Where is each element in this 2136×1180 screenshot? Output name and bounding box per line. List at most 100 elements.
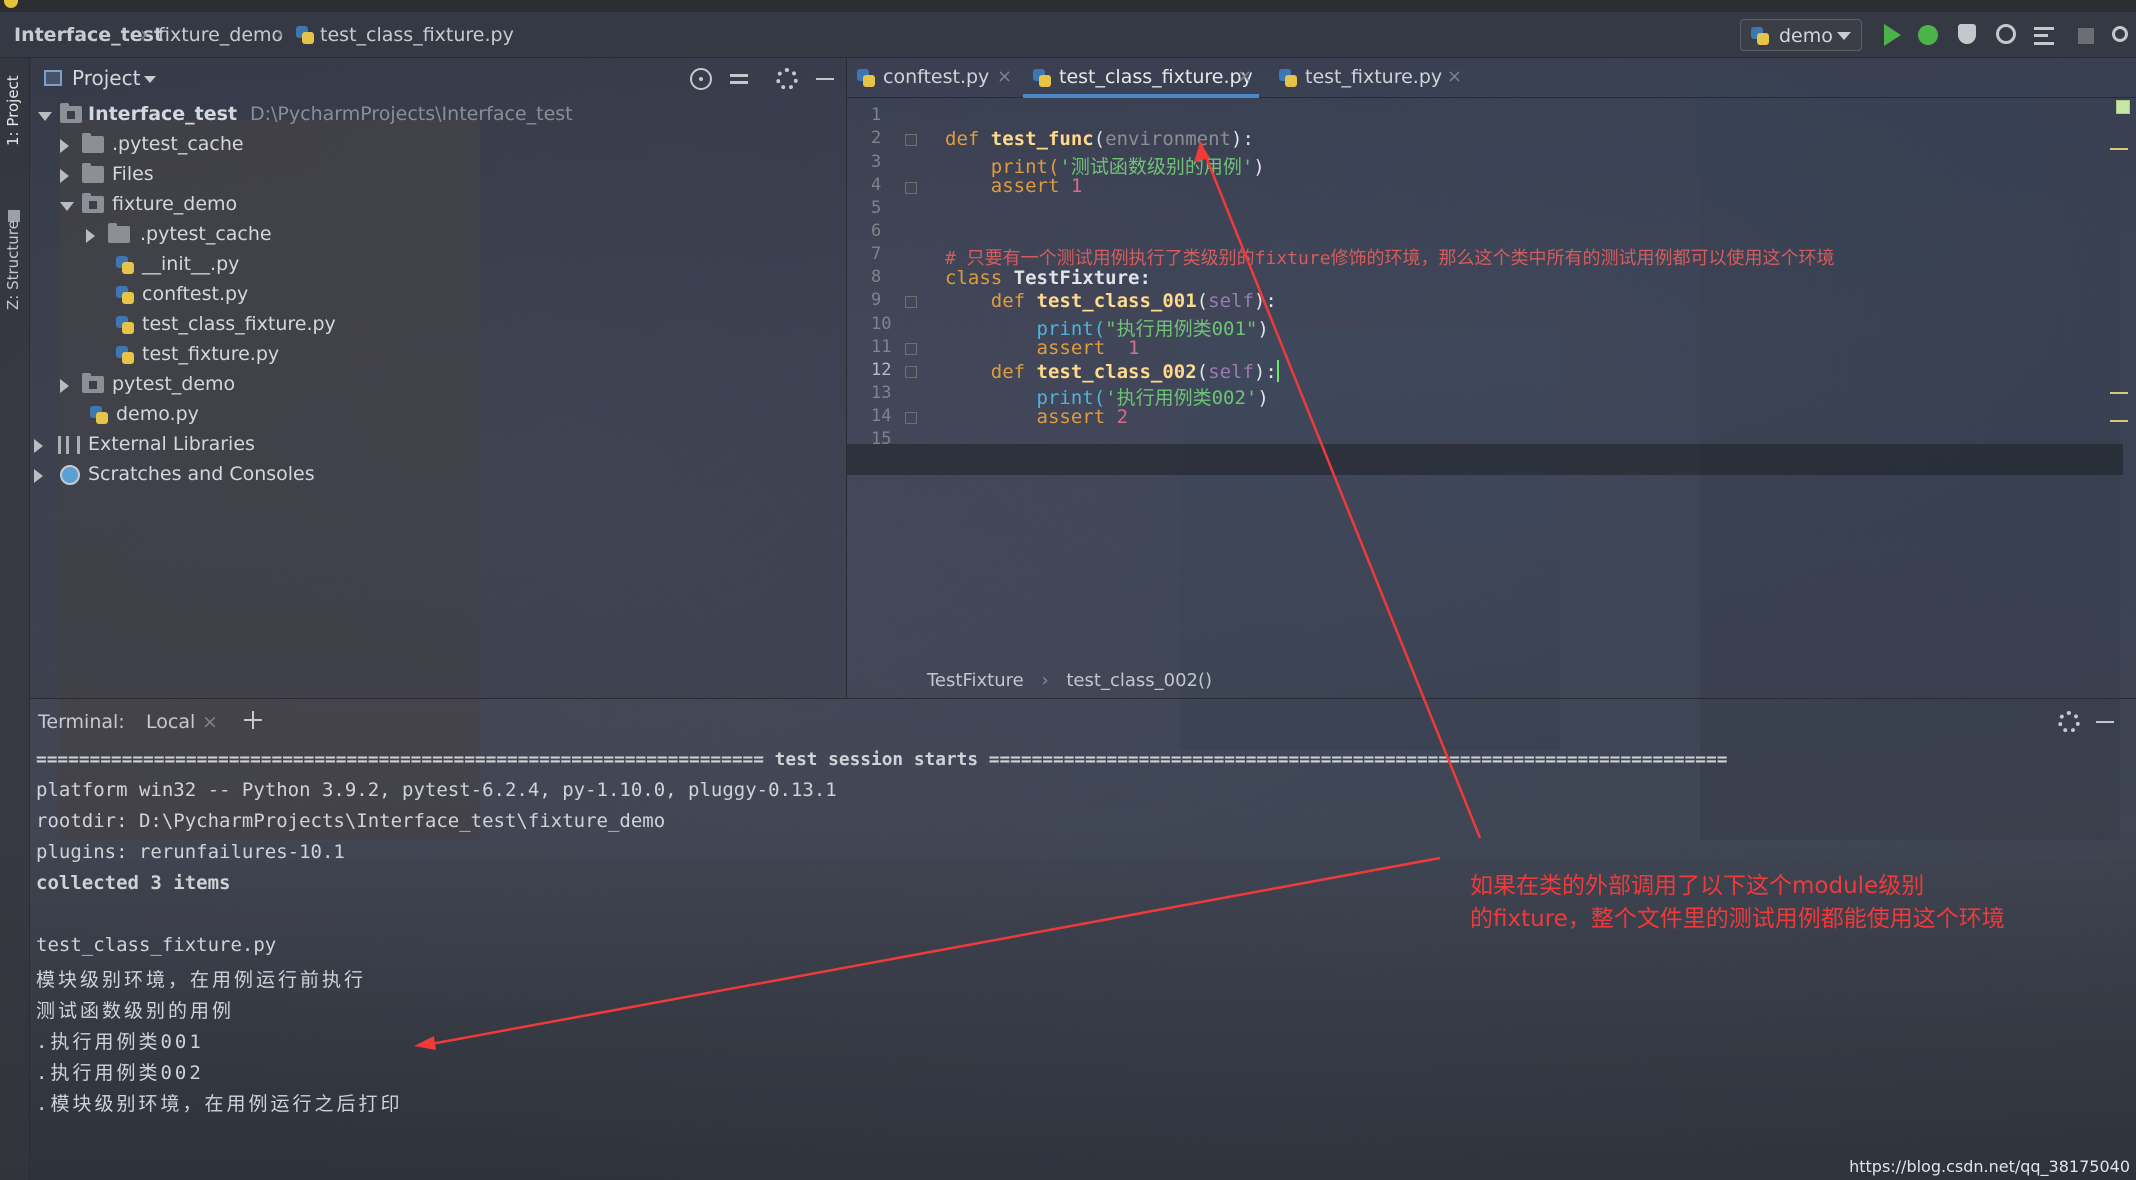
code-token: self (1208, 290, 1254, 312)
python-file-icon (116, 316, 134, 334)
chevron-down-icon[interactable] (60, 202, 74, 211)
tab-test-fixture[interactable]: test_fixture.py × (1269, 58, 1469, 98)
tree-item-label: Scratches and Consoles (88, 463, 315, 485)
code-token: ): (1253, 290, 1277, 312)
code-line-8[interactable]: class TestFixture: (945, 267, 1151, 289)
project-window-icon (44, 70, 62, 86)
terminal-tab-label: Local (146, 711, 196, 733)
fold-icon[interactable] (905, 366, 917, 378)
code-token: self (1208, 361, 1254, 383)
code-token: def (945, 361, 1037, 383)
line-number: 11 (871, 337, 892, 357)
line-number: 4 (871, 175, 882, 195)
code-line-2[interactable]: def test_func(environment): (945, 128, 1254, 150)
terminal-line: .执行用例类002 (36, 1062, 204, 1084)
chevron-right-icon[interactable] (34, 439, 43, 453)
close-icon[interactable]: × (1447, 66, 1462, 87)
tree-item-test-class-fixture-py[interactable]: test_class_fixture.py (30, 310, 846, 340)
breadcrumb-class[interactable]: TestFixture (927, 670, 1024, 691)
chevron-down-icon[interactable] (38, 112, 52, 121)
breadcrumb-file[interactable]: test_class_fixture.py (296, 24, 514, 46)
profile-button[interactable] (1996, 24, 2020, 48)
close-icon[interactable]: × (997, 66, 1012, 87)
module-folder-icon (60, 103, 82, 123)
debug-button[interactable] (1918, 24, 1942, 48)
tree-item-init-py[interactable]: __init__.py (30, 250, 846, 280)
chevron-down-icon (1837, 32, 1851, 40)
chevron-right-icon[interactable] (60, 169, 69, 183)
fold-icon[interactable] (905, 296, 917, 308)
tab-conftest[interactable]: conftest.py × (847, 58, 1015, 98)
line-number: 6 (871, 221, 882, 241)
tree-item-conftest-py[interactable]: conftest.py (30, 280, 846, 310)
run-button[interactable] (1880, 24, 1904, 48)
breadcrumb-folder[interactable]: fixture_demo (158, 24, 283, 46)
locate-file-icon[interactable] (690, 68, 712, 90)
terminal-line: test_class_fixture.py (36, 934, 277, 956)
tree-item-pytest-cache[interactable]: .pytest_cache (30, 130, 846, 160)
tree-item-pytest-demo[interactable]: pytest_demo (30, 370, 846, 400)
fold-icon[interactable] (905, 182, 917, 194)
python-file-icon (90, 406, 108, 424)
add-terminal-icon[interactable] (244, 711, 262, 729)
fold-icon[interactable] (905, 343, 917, 355)
project-panel-title[interactable]: Project (72, 66, 140, 90)
chevron-right-icon[interactable] (60, 139, 69, 153)
coverage-button[interactable] (1956, 24, 1980, 48)
scroll-marker (2110, 392, 2128, 394)
code-line-14[interactable]: assert 2 (945, 406, 1129, 428)
breadcrumb-file-label: test_class_fixture.py (320, 24, 514, 46)
inspection-ok-icon[interactable] (2116, 100, 2130, 114)
line-number: 14 (871, 406, 892, 426)
libraries-icon (58, 436, 80, 454)
structure-tool-tab[interactable]: Z: Structure (4, 220, 22, 310)
code-token: test_class_002 (1036, 361, 1197, 383)
hide-panel-icon[interactable] (814, 68, 836, 90)
tree-item-label: __init__.py (142, 253, 240, 275)
app-logo-icon (4, 0, 18, 8)
close-icon[interactable]: × (1237, 66, 1252, 87)
gear-icon[interactable] (776, 68, 798, 90)
gear-icon[interactable] (2058, 711, 2080, 733)
code-token: test_class_001 (1036, 290, 1197, 312)
tree-item-path: D:\PycharmProjects\Interface_test (250, 103, 573, 125)
breadcrumb-method[interactable]: test_class_002() (1066, 670, 1212, 691)
fold-icon[interactable] (905, 412, 917, 424)
code-line-12[interactable]: def test_class_002(self): (945, 360, 1279, 383)
chevron-down-icon[interactable] (144, 76, 156, 83)
code-token: ( (1196, 290, 1209, 312)
search-button[interactable] (2112, 24, 2136, 48)
code-token: environment (1105, 128, 1232, 150)
hide-panel-icon[interactable] (2094, 711, 2116, 733)
fold-icon[interactable] (905, 134, 917, 146)
tree-item-scratches[interactable]: Scratches and Consoles (30, 460, 846, 490)
stop-icon (2078, 28, 2094, 44)
chevron-right-icon[interactable] (60, 379, 69, 393)
chevron-right-icon[interactable] (86, 229, 95, 243)
code-line-9[interactable]: def test_class_001(self): (945, 290, 1277, 312)
tab-label: test_class_fixture.py (1059, 66, 1253, 88)
code-token: '测试函数级别的用例' (1059, 156, 1254, 178)
tree-item-fixture-demo[interactable]: fixture_demo (30, 190, 846, 220)
tree-item-test-fixture-py[interactable]: test_fixture.py (30, 340, 846, 370)
tree-item-files[interactable]: Files (30, 160, 846, 190)
tree-item-label: Interface_test (88, 103, 238, 125)
tree-item-pytest-cache-nested[interactable]: .pytest_cache (30, 220, 846, 250)
stop-button[interactable] (2074, 24, 2098, 48)
chevron-right-icon[interactable] (34, 469, 43, 483)
code-line-11[interactable]: assert 1 (945, 337, 1140, 359)
tab-test-class-fixture[interactable]: test_class_fixture.py × (1023, 58, 1259, 98)
collapse-all-icon[interactable] (728, 68, 750, 90)
tree-item-interface-test[interactable]: Interface_test D:\PycharmProjects\Interf… (30, 100, 846, 130)
project-tool-tab[interactable]: 1: Project (4, 75, 22, 146)
run-tasks-button[interactable] (2034, 24, 2058, 48)
tree-item-demo-py[interactable]: demo.py (30, 400, 846, 430)
code-line-4[interactable]: assert 1 (945, 175, 1083, 197)
run-configuration-select[interactable]: demo (1740, 19, 1862, 51)
close-icon[interactable]: × (202, 711, 218, 733)
project-panel: Project Interface_test D:\PycharmProject… (30, 58, 846, 698)
terminal-line: 测试函数级别的用例 (36, 1000, 235, 1022)
code-token: TestFixture: (1013, 267, 1151, 289)
tree-item-external-libraries[interactable]: External Libraries (30, 430, 846, 460)
tab-label: test_fixture.py (1305, 66, 1443, 88)
